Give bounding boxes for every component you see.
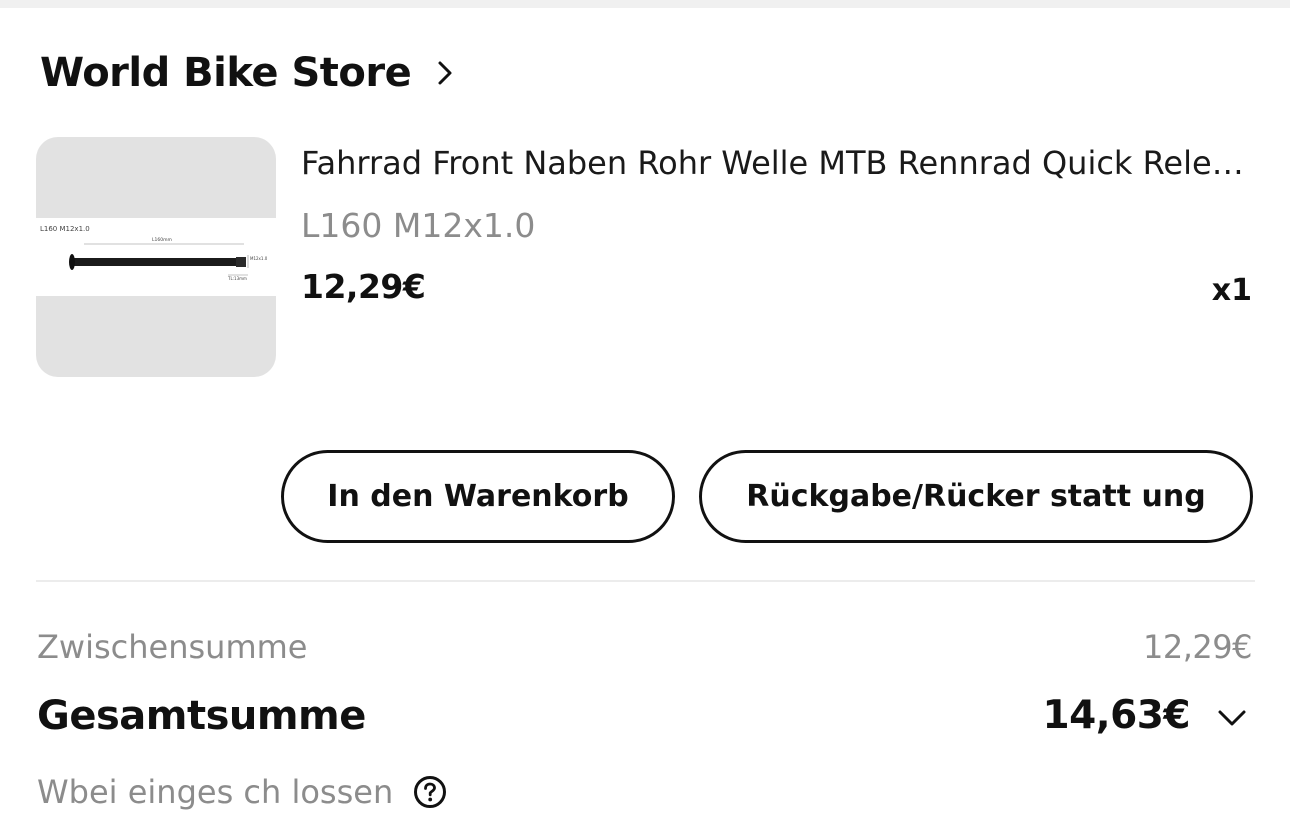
chevron-right-icon (429, 56, 463, 90)
top-band (0, 0, 1290, 8)
total-value: 14,63€ (1042, 693, 1191, 738)
subtotal-label: Zwischensumme (37, 628, 308, 666)
product-image[interactable]: L160 M12x1.0 L160mm M12x1.0 TL:13mm (36, 137, 276, 377)
image-length-label: L160mm (152, 237, 172, 243)
chevron-down-icon[interactable] (1214, 700, 1250, 736)
add-to-cart-button[interactable]: In den Warenkorb (281, 450, 675, 543)
fee-info-row: Wbei einges ch lossen (37, 770, 447, 814)
total-label: Gesamtsumme (37, 693, 366, 739)
image-thread-label: M12x1.0 (250, 256, 268, 261)
return-refund-button[interactable]: Rückgabe/Rücker statt ung (699, 450, 1253, 543)
store-name: World Bike Store (40, 50, 412, 96)
store-header-link[interactable]: World Bike Store (40, 48, 463, 98)
product-variant[interactable]: L160 M12x1.0 (301, 203, 535, 249)
product-quantity: x1 (1211, 273, 1252, 308)
image-tl-label: TL:13mm (227, 276, 247, 281)
subtotal-value: 12,29€ (1143, 628, 1252, 666)
product-title[interactable]: Fahrrad Front Naben Rohr Welle MTB Rennr… (301, 140, 1256, 186)
help-circle-icon[interactable] (413, 775, 447, 809)
image-caption: L160 M12x1.0 (40, 225, 90, 233)
product-price: 12,29€ (301, 267, 426, 306)
fee-label: Wbei einges ch lossen (37, 773, 394, 811)
divider (36, 580, 1255, 582)
